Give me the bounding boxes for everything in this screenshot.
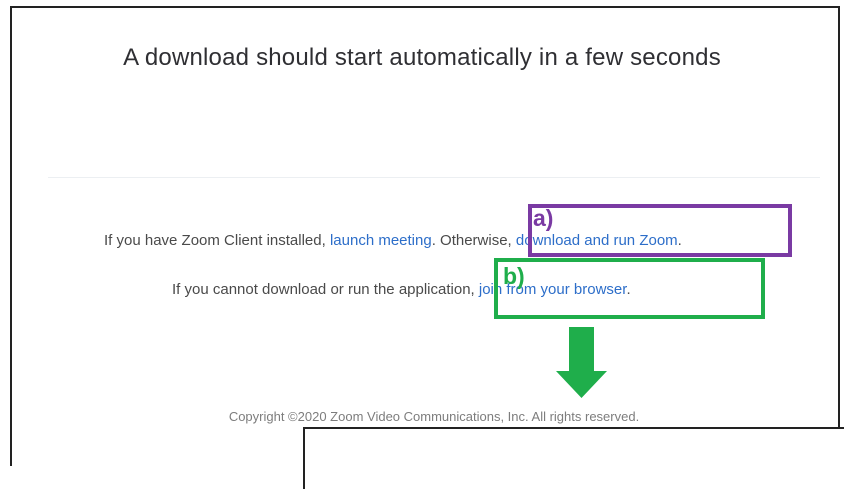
instructions-middle: . Otherwise,: [431, 232, 516, 249]
browser-instructions-prefix: If you cannot download or run the applic…: [172, 281, 479, 298]
annotation-label-a: a): [533, 205, 554, 231]
annotation-label-b: b): [503, 263, 525, 289]
instructions-prefix: If you have Zoom Client installed,: [104, 232, 330, 249]
download-headline: A download should start automatically in…: [123, 44, 721, 71]
overlapping-window: [303, 427, 844, 489]
copyright-notice: Copyright ©2020 Zoom Video Communication…: [228, 409, 640, 424]
annotation-box-b: [494, 258, 765, 319]
annotation-box-a: [528, 204, 792, 257]
launch-meeting-link[interactable]: launch meeting: [330, 232, 432, 249]
down-arrow-icon: [556, 327, 607, 398]
divider: [48, 177, 820, 178]
